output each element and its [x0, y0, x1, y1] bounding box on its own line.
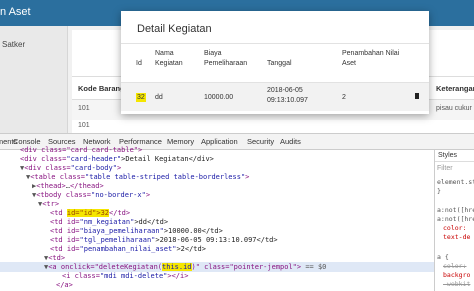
dom-tag: </a> [56, 281, 73, 289]
dom-tag: <td id= [50, 245, 80, 253]
style-rule[interactable]: a:not([hre [437, 215, 474, 224]
modal-divider [121, 43, 429, 44]
dom-text: >dd</td> [134, 218, 169, 226]
app-header-kode-barang: Kode Barang [78, 84, 125, 93]
modal-title: Detail Kegiatan [137, 23, 212, 35]
header-penambahan-line2: Aset [342, 60, 357, 67]
dom-tag-close: </thead> [69, 182, 104, 190]
dom-tag: <td [50, 209, 67, 217]
dom-tag: <div class="card card-table"> [20, 146, 143, 154]
dom-text: >10000.00</td> [163, 227, 223, 235]
dom-tag: <div class= [20, 155, 67, 163]
dom-tag: <table class= [30, 173, 86, 181]
selected-node-marker: == $0 [301, 263, 327, 271]
cell-nama-kegiatan: dd [155, 94, 163, 101]
styles-tab-bar: Styles [435, 150, 474, 162]
devtools-panel: Elements Console Sources Network Perform… [0, 133, 474, 291]
dom-tag-close: </td> [109, 209, 131, 217]
dom-tag: <td id= [50, 218, 80, 226]
header-id: Id [136, 60, 142, 67]
cell-tanggal-time: 09:13:10.097 [267, 97, 308, 104]
dom-attr-value: "table table-striped table-borderless" [85, 173, 246, 181]
dom-tag: <td> [48, 254, 66, 262]
app-cell-code: 101 [78, 122, 90, 129]
dom-attr-value: "mdi mdi-delete" [99, 272, 168, 280]
dom-tag: <tbody class= [36, 191, 92, 199]
dom-attr-value: "tgl_pemeliharaan" [79, 236, 156, 244]
dom-tag-close: > [145, 191, 151, 199]
header-biaya-line2: Pemeliharaan [204, 60, 248, 67]
dom-attr-value: "biaya_pemeliharaan" [79, 227, 164, 235]
styles-filter-input[interactable]: Filter [437, 165, 453, 172]
style-property[interactable]: backgro [443, 271, 470, 280]
app-sidebar: Satker [0, 26, 68, 133]
app-header-keterangan: Keterangan [436, 84, 474, 93]
detail-table-row: 32 dd 10000.00 2018-06-05 09:13:10.097 2 [121, 82, 429, 111]
app-cell-code: 101 [78, 105, 90, 112]
style-property[interactable]: color: [443, 224, 466, 233]
dom-attr-value: "card-body" [70, 164, 117, 172]
style-rule-close: } [437, 187, 441, 195]
header-penambahan-line1: Penambahan Nilai [342, 50, 400, 57]
header-tanggal: Tanggal [267, 60, 292, 67]
cell-biaya-pemeliharaan: 10000.00 [204, 94, 234, 101]
detail-kegiatan-modal: Detail Kegiatan Id Nama Kegiatan Biaya P… [121, 11, 429, 114]
dom-tag-close: > [245, 173, 250, 181]
dom-attr-value: "no-border-x" [91, 191, 146, 199]
dom-tag-close: ></i> [167, 272, 189, 280]
dom-tag: <td id= [50, 227, 80, 235]
tab-styles[interactable]: Styles [438, 152, 457, 159]
style-rule[interactable]: element.st [437, 178, 474, 187]
dom-attr-value: "nm_kegiatan" [79, 218, 135, 226]
dom-tag: <a onclick="deleteKegiatan( [48, 263, 163, 271]
sidebar-item-satker[interactable]: Satker [2, 40, 25, 49]
cell-penambahan-nilai: 2 [342, 94, 346, 101]
header-biaya-line1: Biaya [204, 50, 222, 57]
elements-tree[interactable]: <div class="card card-table"> <div class… [0, 146, 434, 291]
dom-tag: <tr> [42, 200, 60, 208]
style-property[interactable]: text-de [443, 233, 470, 242]
header-nama-line1: Nama [155, 50, 174, 57]
header-nama-line2: Kegiatan [155, 60, 183, 67]
dom-attr-value: "card-header" [66, 155, 122, 163]
dom-text: >2</td> [176, 245, 206, 253]
app-table-row[interactable]: 101 [72, 120, 474, 133]
dom-tag-close: )" class="pointer-jempol"> [191, 263, 302, 271]
style-property-overridden[interactable]: color: [443, 262, 466, 271]
delete-icon[interactable] [415, 93, 419, 99]
dom-tag-close: > [116, 164, 122, 172]
highlighted-attr: this.id [162, 263, 192, 271]
dom-text: >2018-06-05 09:13:10.097</td> [155, 236, 278, 244]
app-cell-keterangan: pisau cukur [436, 105, 472, 112]
style-property-overridden[interactable]: -webkit [443, 280, 470, 289]
dom-node-line[interactable]: </a> [0, 280, 434, 290]
dom-tag: <i class= [62, 272, 100, 280]
dom-tag: <thead> [36, 182, 66, 190]
dom-attr-value: "penambahan_nilai_aset" [79, 245, 177, 253]
style-rule[interactable]: a { [437, 253, 449, 262]
dom-text: >Detail Kegiatan</div> [121, 155, 214, 163]
cell-tanggal-date: 2018-06-05 [267, 87, 303, 94]
highlighted-attr: id="id">32 [66, 209, 110, 217]
app-brand: n Aset [0, 6, 31, 18]
dom-tag: <div class= [24, 164, 71, 172]
styles-pane: Styles Filter element.st } a:not([hre a:… [434, 150, 474, 291]
style-rule[interactable]: a:not([hre [437, 206, 474, 215]
cell-id: 32 [136, 93, 146, 102]
dom-tag: <td id= [50, 236, 80, 244]
